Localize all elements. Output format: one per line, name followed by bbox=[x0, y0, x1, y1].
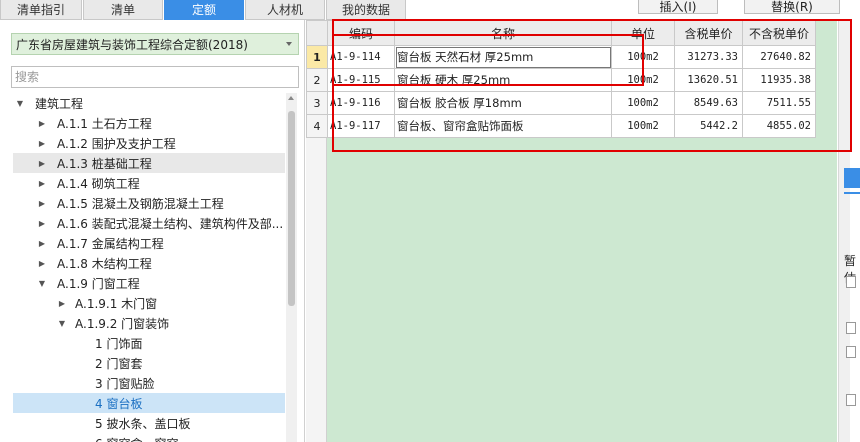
tree-node-label: 6 窗帘盒、窗帘 bbox=[95, 435, 178, 442]
left-panel: 广东省房屋建筑与装饰工程综合定额(2018) ▼ 建筑工程 ▶ A.1.1 土石方工程… bbox=[0, 20, 305, 442]
scroll-up-icon[interactable] bbox=[288, 96, 294, 100]
tree-node[interactable]: 4 窗台板 bbox=[13, 393, 285, 413]
replace-button[interactable]: 替换(R) bbox=[744, 0, 840, 14]
tree-node-label: A.1.1 土石方工程 bbox=[57, 116, 152, 131]
expand-right-icon[interactable]: ▶ bbox=[57, 298, 67, 308]
tree-node[interactable]: ▶ A.1.3 桩基础工程 bbox=[13, 153, 285, 173]
quota-library-select[interactable]: 广东省房屋建筑与装饰工程综合定额(2018) bbox=[11, 33, 299, 55]
header-corner bbox=[306, 20, 328, 46]
tree-node-label: 建筑工程 bbox=[35, 96, 84, 111]
tree-node[interactable]: 5 披水条、盖口板 bbox=[13, 413, 285, 433]
tree-node[interactable]: ▶ A.1.7 金属结构工程 bbox=[13, 233, 285, 253]
tree-node-label: 1 门饰面 bbox=[95, 336, 143, 351]
tab-quota[interactable]: 定额 bbox=[164, 0, 244, 20]
tree-node[interactable]: ▼ A.1.9.2 门窗装饰 bbox=[13, 313, 285, 333]
tree-node-label: 4 窗台板 bbox=[95, 396, 143, 411]
quota-tree: ▼ 建筑工程 ▶ A.1.1 土石方工程 ▶ A.1.2 围护及支护工程 ▶ A.1.3 桩基… bbox=[13, 93, 285, 442]
tree-node[interactable]: 3 门窗贴脸 bbox=[13, 373, 285, 393]
tree-node-label: A.1.5 混凝土及钢筋混凝土工程 bbox=[57, 196, 224, 211]
tab-list-guide[interactable]: 清单指引 bbox=[0, 0, 82, 20]
chevron-down-icon[interactable] bbox=[286, 42, 292, 46]
expand-down-icon[interactable]: ▼ bbox=[37, 278, 47, 288]
expand-right-icon[interactable]: ▶ bbox=[37, 238, 47, 248]
tree-node[interactable]: 6 窗帘盒、窗帘 bbox=[13, 433, 285, 442]
partial-checkbox[interactable] bbox=[846, 346, 856, 358]
tree-node-label: A.1.9.1 木门窗 bbox=[75, 296, 158, 311]
tree-node-label: A.1.8 木结构工程 bbox=[57, 256, 152, 271]
expand-right-icon[interactable]: ▶ bbox=[37, 258, 47, 268]
partial-checkbox[interactable] bbox=[846, 276, 856, 288]
expand-down-icon[interactable]: ▼ bbox=[57, 318, 67, 328]
tree-node[interactable]: ▶ A.1.6 装配式混凝土结构、建筑构件及部... bbox=[13, 213, 285, 233]
tree-node-label: A.1.9 门窗工程 bbox=[57, 276, 140, 291]
row-index[interactable]: 2 bbox=[306, 68, 328, 92]
row-index[interactable]: 4 bbox=[306, 114, 328, 138]
expand-right-icon[interactable]: ▶ bbox=[37, 178, 47, 188]
tree-node-label: A.1.6 装配式混凝土结构、建筑构件及部... bbox=[57, 216, 284, 231]
search-input[interactable] bbox=[11, 66, 299, 88]
expand-down-icon[interactable]: ▼ bbox=[15, 98, 25, 108]
partial-checkbox[interactable] bbox=[846, 322, 856, 334]
tree-node-label: 2 门窗套 bbox=[95, 356, 143, 371]
tree-node-label: 3 门窗贴脸 bbox=[95, 376, 155, 391]
quota-library-value: 广东省房屋建筑与装饰工程综合定额(2018) bbox=[16, 37, 248, 52]
insert-button[interactable]: 插入(I) bbox=[638, 0, 718, 14]
expand-right-icon[interactable]: ▶ bbox=[37, 158, 47, 168]
expand-right-icon[interactable]: ▶ bbox=[37, 138, 47, 148]
toolbar: 插入(I) 替换(R) bbox=[306, 0, 860, 18]
expand-right-icon[interactable]: ▶ bbox=[37, 198, 47, 208]
tree-node-label: A.1.4 砌筑工程 bbox=[57, 176, 140, 191]
scroll-thumb[interactable] bbox=[288, 111, 295, 306]
tree-node[interactable]: ▶ A.1.2 围护及支护工程 bbox=[13, 133, 285, 153]
tree-node-label: 5 披水条、盖口板 bbox=[95, 416, 191, 431]
row-index[interactable]: 3 bbox=[306, 91, 328, 115]
tree-node[interactable]: ▶ A.1.1 土石方工程 bbox=[13, 113, 285, 133]
tree-node-label: A.1.9.2 门窗装饰 bbox=[75, 316, 170, 331]
tree-node[interactable]: 2 门窗套 bbox=[13, 353, 285, 373]
tree-node[interactable]: ▶ A.1.4 砌筑工程 bbox=[13, 173, 285, 193]
tree-node[interactable]: 1 门饰面 bbox=[13, 333, 285, 353]
tree-node[interactable]: ▶ A.1.5 混凝土及钢筋混凝土工程 bbox=[13, 193, 285, 213]
tree-node[interactable]: ▶ A.1.8 木结构工程 bbox=[13, 253, 285, 273]
row-index[interactable]: 1 bbox=[306, 45, 328, 69]
tree-node[interactable]: ▼ 建筑工程 bbox=[13, 93, 285, 113]
tree-node[interactable]: ▶ A.1.9.1 木门窗 bbox=[13, 293, 285, 313]
partial-blue-line bbox=[844, 192, 860, 194]
tree-node-label: A.1.3 桩基础工程 bbox=[57, 156, 152, 171]
tree-node-label: A.1.2 围护及支护工程 bbox=[57, 136, 176, 151]
expand-right-icon[interactable]: ▶ bbox=[37, 118, 47, 128]
expand-right-icon[interactable]: ▶ bbox=[37, 218, 47, 228]
tree-node[interactable]: ▼ A.1.9 门窗工程 bbox=[13, 273, 285, 293]
tab-list[interactable]: 清单 bbox=[83, 0, 163, 20]
tree-scrollbar[interactable] bbox=[286, 93, 297, 442]
tree-node-label: A.1.7 金属结构工程 bbox=[57, 236, 164, 251]
highlight-box-first-row bbox=[332, 34, 644, 86]
partial-blue-tab[interactable] bbox=[844, 168, 860, 188]
partial-checkbox[interactable] bbox=[846, 394, 856, 406]
